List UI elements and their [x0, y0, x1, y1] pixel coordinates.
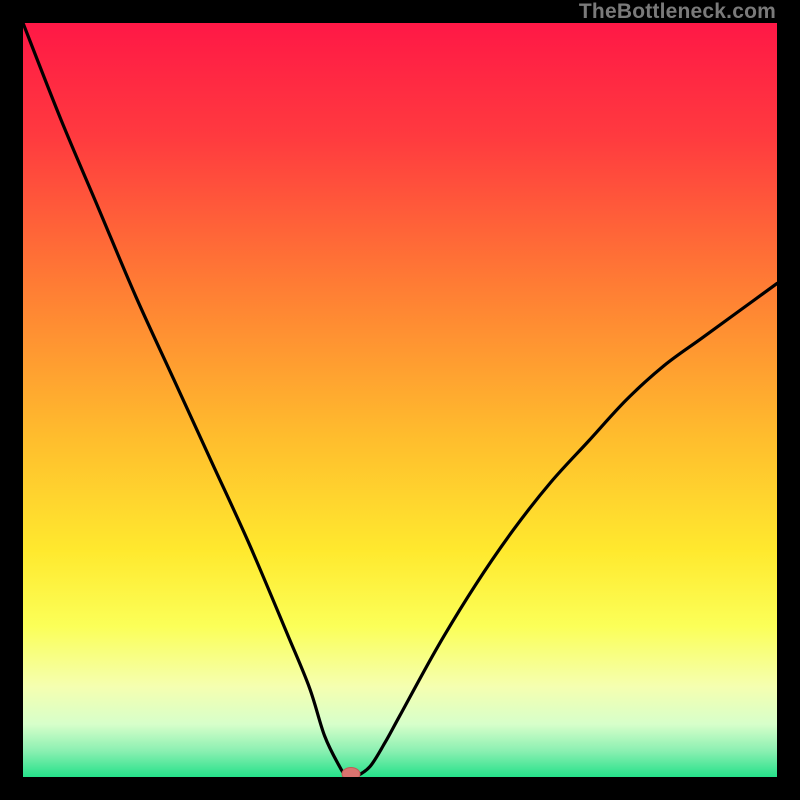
chart-frame: TheBottleneck.com — [0, 0, 800, 800]
watermark-label: TheBottleneck.com — [579, 0, 776, 24]
gradient-background — [23, 23, 777, 777]
minimum-marker — [342, 768, 360, 778]
bottleneck-chart — [23, 23, 777, 777]
